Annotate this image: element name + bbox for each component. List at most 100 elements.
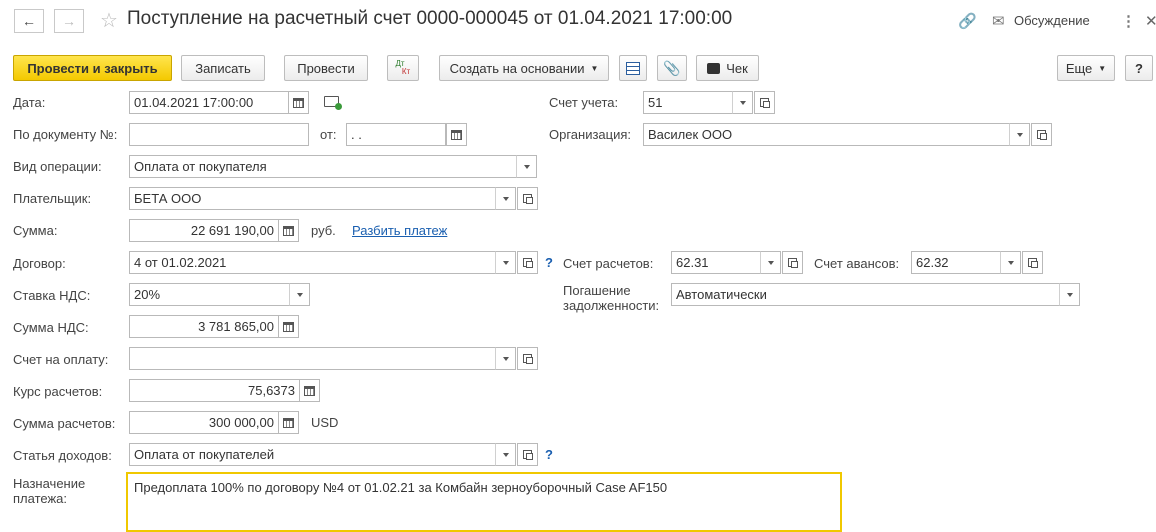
structure-button[interactable] (619, 55, 647, 81)
more-button[interactable]: Еще ▼ (1057, 55, 1115, 81)
receipt-printer-icon (707, 62, 721, 74)
save-button[interactable]: Записать (181, 55, 265, 81)
calendar-icon (293, 97, 304, 108)
organization-field[interactable]: Василек ООО (643, 123, 1010, 146)
create-based-on-label: Создать на основании (449, 60, 585, 76)
document-number-field[interactable] (129, 123, 309, 146)
calculator-icon (283, 321, 294, 332)
operation-type-dropdown[interactable] (516, 155, 537, 178)
account-label: Счет учета: (549, 95, 619, 110)
receipt-label: Чек (726, 60, 748, 76)
invoice-open-button[interactable] (517, 347, 538, 370)
menu-kebab-icon[interactable]: ⋮ (1121, 12, 1136, 30)
advance-account-dropdown[interactable] (1000, 251, 1021, 274)
forward-button[interactable]: → (54, 9, 84, 33)
payer-label: Плательщик: (13, 191, 92, 206)
back-button[interactable]: ← (14, 9, 44, 33)
operation-type-select[interactable]: Оплата от покупателя (129, 155, 517, 178)
payer-dropdown[interactable] (495, 187, 516, 210)
purpose-label-line2: платежа: (13, 491, 67, 506)
account-dropdown[interactable] (732, 91, 753, 114)
paperclip-icon: 📎 (663, 59, 681, 76)
contract-help-icon[interactable]: ? (545, 255, 553, 270)
document-date-calendar-button[interactable] (446, 123, 467, 146)
contract-dropdown[interactable] (495, 251, 516, 274)
organization-open-button[interactable] (1031, 123, 1052, 146)
settlement-account-dropdown[interactable] (760, 251, 781, 274)
debt-repayment-dropdown[interactable] (1059, 283, 1080, 306)
rate-label: Курс расчетов: (13, 384, 103, 399)
vat-rate-select[interactable]: 20% (129, 283, 290, 306)
purpose-label-line1: Назначение (13, 476, 86, 491)
arrow-left-icon: ← (22, 13, 36, 29)
amount-label: Сумма: (13, 223, 58, 238)
date-label: Дата: (13, 95, 46, 110)
discussion-button[interactable]: Обсуждение (1014, 13, 1090, 28)
chevron-down-icon (502, 196, 509, 201)
advance-account-open-button[interactable] (1022, 251, 1043, 274)
favorite-star-icon[interactable]: ☆ (100, 8, 118, 33)
vat-rate-label: Ставка НДС: (13, 288, 91, 303)
chevron-down-icon (502, 356, 509, 361)
vat-amount-calculator-button[interactable] (278, 315, 299, 338)
invoice-dropdown[interactable] (495, 347, 516, 370)
open-icon (523, 354, 533, 364)
close-icon[interactable]: ✕ (1145, 12, 1156, 30)
post-button[interactable]: Провести (284, 55, 368, 81)
vat-rate-dropdown[interactable] (289, 283, 310, 306)
contract-label: Договор: (13, 256, 66, 271)
page-title: Поступление на расчетный счет 0000-00004… (127, 8, 733, 29)
document-from-label: от: (320, 127, 337, 142)
organization-dropdown[interactable] (1009, 123, 1030, 146)
amount-currency: руб. (311, 223, 336, 238)
receipt-button[interactable]: Чек (696, 55, 759, 81)
open-icon (523, 258, 533, 268)
contract-open-button[interactable] (517, 251, 538, 274)
settlement-amount-calculator-button[interactable] (278, 411, 299, 434)
rate-field[interactable]: 75,6373 (129, 379, 300, 402)
chevron-down-icon (1066, 292, 1073, 297)
purpose-textarea[interactable]: Предоплата 100% по договору №4 от 01.02.… (126, 472, 842, 532)
amount-calculator-button[interactable] (278, 219, 299, 242)
vat-amount-field[interactable]: 3 781 865,00 (129, 315, 279, 338)
post-and-close-button[interactable]: Провести и закрыть (13, 55, 172, 81)
open-icon (523, 194, 533, 204)
payer-field[interactable]: БЕТА ООО (129, 187, 496, 210)
open-icon (1028, 258, 1038, 268)
income-item-help-icon[interactable]: ? (545, 447, 553, 462)
open-icon (788, 258, 798, 268)
more-label: Еще (1065, 60, 1093, 76)
income-item-open-button[interactable] (517, 443, 538, 466)
settlement-amount-field[interactable]: 300 000,00 (129, 411, 279, 434)
open-icon (1037, 130, 1047, 140)
settlement-account-open-button[interactable] (782, 251, 803, 274)
invoice-field[interactable] (129, 347, 496, 370)
account-open-button[interactable] (754, 91, 775, 114)
debt-repayment-select[interactable]: Автоматически (671, 283, 1060, 306)
income-item-field[interactable]: Оплата от покупателей (129, 443, 496, 466)
create-based-on-button[interactable]: Создать на основании ▼ (439, 55, 609, 81)
link-icon[interactable]: 🔗 (958, 12, 977, 30)
history-icon[interactable] (324, 96, 342, 110)
income-item-dropdown[interactable] (495, 443, 516, 466)
account-field[interactable]: 51 (643, 91, 733, 114)
contract-field[interactable]: 4 от 01.02.2021 (129, 251, 496, 274)
document-date-field[interactable]: . . (346, 123, 446, 146)
attach-button[interactable]: 📎 (657, 55, 687, 81)
calculator-icon (283, 417, 294, 428)
date-field[interactable]: 01.04.2021 17:00:00 (129, 91, 289, 114)
split-payment-link[interactable]: Разбить платеж (352, 223, 447, 238)
payer-open-button[interactable] (517, 187, 538, 210)
help-button[interactable]: ? (1125, 55, 1153, 81)
advance-account-field[interactable]: 62.32 (911, 251, 1001, 274)
date-calendar-button[interactable] (288, 91, 309, 114)
chevron-down-icon (767, 260, 774, 265)
settlement-account-field[interactable]: 62.31 (671, 251, 761, 274)
open-icon (523, 450, 533, 460)
amount-field[interactable]: 22 691 190,00 (129, 219, 279, 242)
debt-repayment-label-line2: задолженности: (563, 298, 660, 313)
chevron-down-icon (739, 100, 746, 105)
discussion-icon[interactable]: ✉ (992, 12, 1005, 30)
rate-calculator-button[interactable] (299, 379, 320, 402)
dt-kt-button[interactable]: Дт Кт (387, 55, 419, 81)
